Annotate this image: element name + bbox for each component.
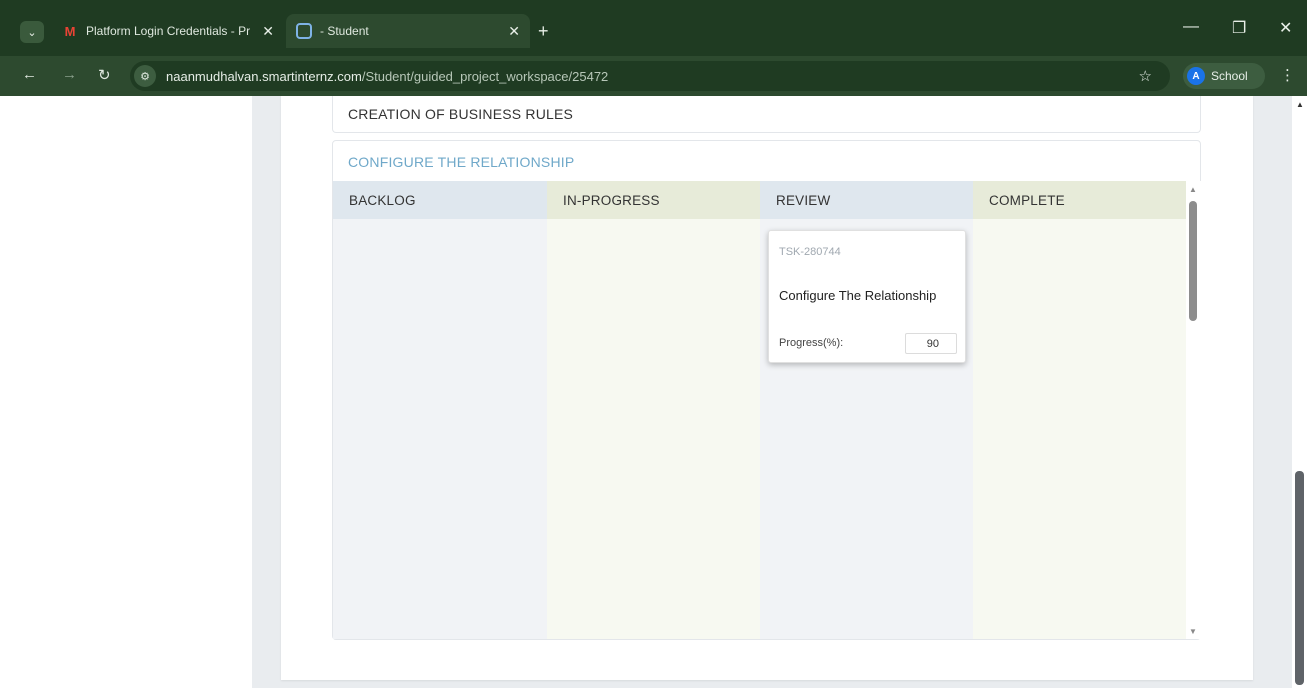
column-header: REVIEW [760,181,973,219]
section-title: CREATION OF BUSINESS RULES [348,106,574,122]
profile-button[interactable]: A School [1183,63,1265,89]
minimize-icon[interactable]: — [1183,18,1199,36]
forward-arrow-icon[interactable]: → [62,66,77,83]
window-close-icon[interactable]: ✕ [1279,18,1292,38]
tab-student[interactable]: - Student ✕ [286,14,530,48]
tab-search-button[interactable]: ⌄ [20,21,44,43]
section-business-rules[interactable]: CREATION OF BUSINESS RULES [332,96,1201,133]
progress-label: Progress(%): [779,337,844,349]
browser-toolbar: ← → ↻ ⚙ naanmudhalvan.smartinternz.com/S… [0,56,1307,96]
avatar: A [1187,67,1205,85]
column-header: BACKLOG [333,181,547,219]
tab-title: Platform Login Credentials - Pr [86,24,251,38]
column-header: IN-PROGRESS [547,181,760,219]
column-in-progress: IN-PROGRESS [547,181,760,639]
back-arrow-icon[interactable]: ← [22,66,37,83]
restore-icon[interactable]: ❐ [1232,18,1246,38]
close-tab-icon[interactable]: ✕ [262,23,274,40]
page-scrollbar[interactable]: ▲ [1292,96,1307,688]
close-tab-icon[interactable]: ✕ [508,23,520,40]
tab-platform-login[interactable]: M Platform Login Credentials - Pr ✕ [52,14,284,48]
tab-title: - Student [320,24,369,38]
scrollbar-thumb[interactable] [1295,471,1304,685]
student-icon [296,23,312,39]
column-complete: COMPLETE [973,181,1186,639]
scrollbar-thumb[interactable] [1189,201,1197,321]
section-configure-relationship: CONFIGURE THE RELATIONSHIP BACKLOG IN-PR… [332,140,1201,640]
scroll-up-icon[interactable]: ▲ [1189,185,1197,194]
column-backlog: BACKLOG [333,181,547,639]
scroll-down-icon[interactable]: ▼ [1189,627,1197,636]
page-viewport: CREATION OF BUSINESS RULES CONFIGURE THE… [0,96,1307,688]
url-text: naanmudhalvan.smartinternz.com/Student/g… [166,69,608,84]
task-card[interactable]: TSK-280744 Configure The Relationship Pr… [768,230,966,363]
board-scrollbar[interactable]: ▲ ▼ [1186,181,1201,639]
url-host: naanmudhalvan.smartinternz.com [166,68,362,84]
profile-name: School [1211,69,1248,83]
browser-tab-bar: ⌄ M Platform Login Credentials - Pr ✕ - … [0,0,1307,56]
gmail-icon: M [64,23,76,39]
address-bar[interactable]: ⚙ naanmudhalvan.smartinternz.com/Student… [130,61,1170,91]
site-info-icon[interactable]: ⚙ [134,65,156,87]
progress-value: 90 [905,333,957,354]
browser-menu-icon[interactable]: ⋮ [1280,66,1295,84]
bookmark-star-icon[interactable]: ☆ [1139,67,1152,85]
new-tab-button[interactable]: + [538,21,549,42]
scroll-up-icon[interactable]: ▲ [1296,100,1304,109]
column-header: COMPLETE [973,181,1186,219]
task-title: Configure The Relationship [779,288,937,303]
section-title[interactable]: CONFIGURE THE RELATIONSHIP [348,154,574,170]
task-id: TSK-280744 [779,246,841,258]
url-path: /Student/guided_project_workspace/25472 [361,68,609,84]
column-review: REVIEW TSK-280744 Configure The Relation… [760,181,973,639]
reload-icon[interactable]: ↻ [98,66,111,84]
left-sidebar [0,96,252,688]
kanban-board: BACKLOG IN-PROGRESS REVIEW TSK-280744 Co… [333,181,1186,639]
